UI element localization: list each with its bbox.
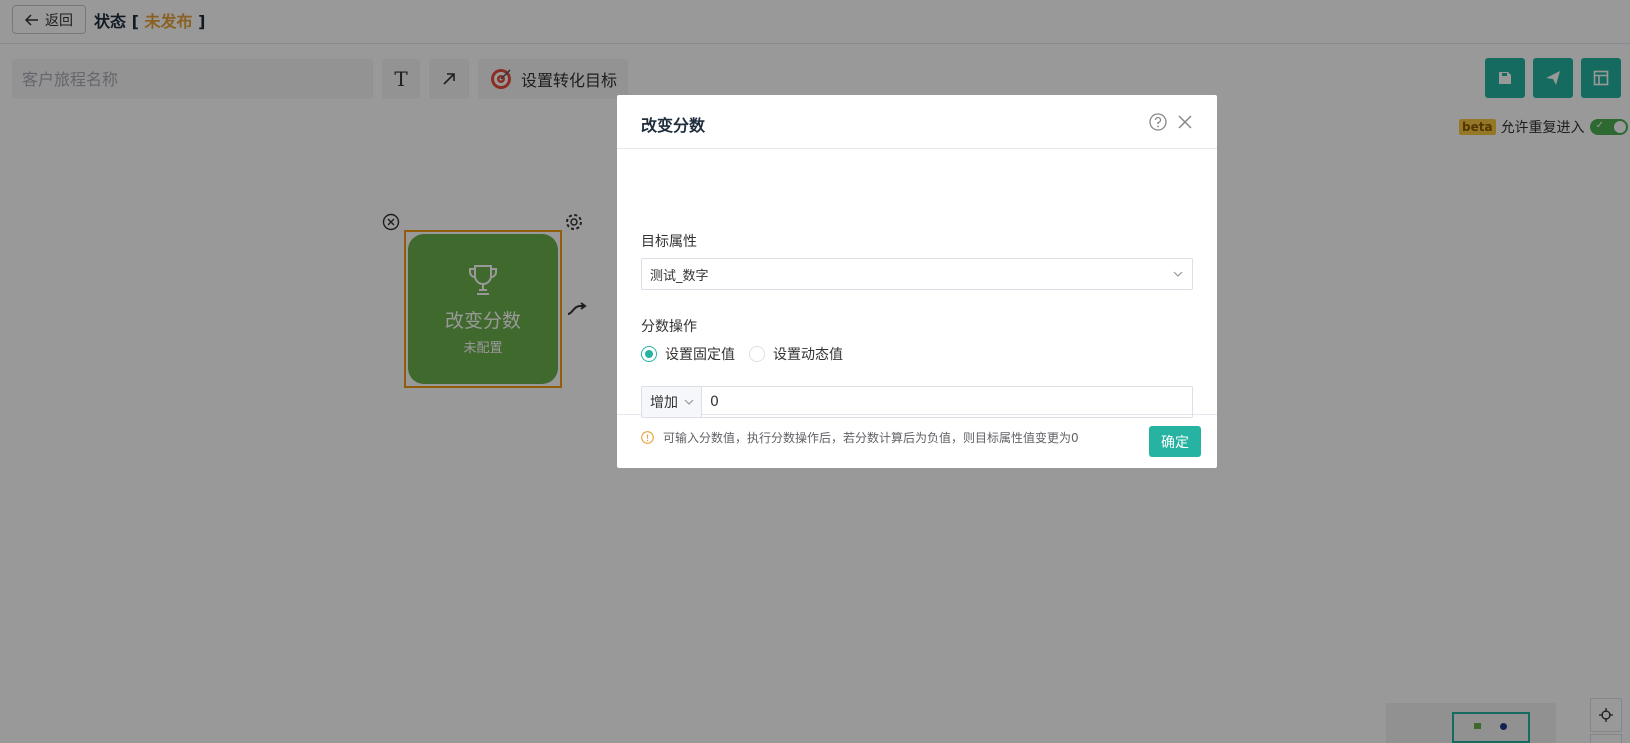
radio-fixed-value[interactable]: 设置固定值 (641, 344, 735, 364)
chevron-down-icon (684, 399, 694, 405)
radio-fixed-circle[interactable] (641, 346, 657, 362)
dialog-header: 改变分数 (617, 95, 1217, 149)
close-icon[interactable] (1176, 113, 1194, 131)
target-attr-select[interactable]: 测试_数字 (641, 258, 1193, 290)
target-attr-label: 目标属性 (641, 234, 697, 250)
score-value-input[interactable] (702, 387, 1192, 417)
score-op-radio-group: 设置固定值 设置动态值 (641, 344, 857, 364)
chevron-down-icon (1173, 271, 1183, 277)
help-icon[interactable] (1149, 113, 1167, 131)
radio-dynamic-circle[interactable] (749, 346, 765, 362)
score-op-label: 分数操作 (641, 319, 697, 335)
radio-dynamic-value[interactable]: 设置动态值 (749, 344, 843, 364)
dialog-title: 改变分数 (641, 116, 706, 135)
score-op-select-value: 增加 (650, 395, 678, 411)
confirm-button[interactable]: 确定 (1149, 426, 1201, 457)
score-input-group: 增加 (641, 386, 1193, 418)
score-op-select[interactable]: 增加 (642, 387, 702, 417)
dialog-body: 目标属性 测试_数字 分数操作 设置固定值 设置动态值 增加 可输入分 (617, 149, 1217, 445)
radio-dynamic-label: 设置动态值 (773, 347, 843, 363)
target-attr-value: 测试_数字 (650, 268, 709, 284)
radio-fixed-label: 设置固定值 (665, 347, 735, 363)
change-score-dialog: 改变分数 目标属性 测试_数字 分数操作 设置固定值 设置动态值 增加 0 可输… (617, 95, 1217, 468)
dialog-footer: 确定 (617, 415, 1217, 467)
